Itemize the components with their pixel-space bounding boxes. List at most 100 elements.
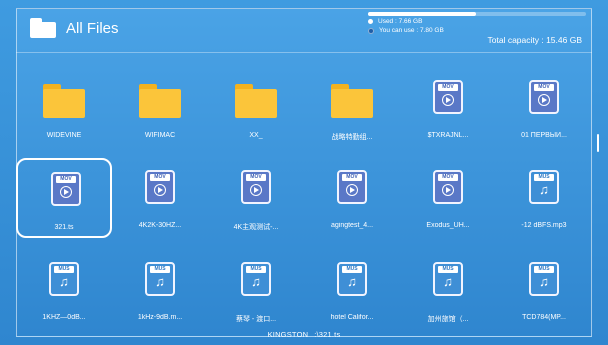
file-type-tag: MOV <box>438 174 458 181</box>
file-tile[interactable]: MUS ♫ 1KHZ—0dB... <box>16 250 112 330</box>
file-name-label: 战略特勤组... <box>331 134 373 141</box>
music-file-icon: MUS ♫ <box>529 170 559 204</box>
file-tile[interactable]: MUS ♫ TCD784(MP... <box>496 250 592 330</box>
free-row: You can use : 7.80 GB <box>368 27 588 34</box>
music-note-icon: ♫ <box>443 274 453 289</box>
file-tile[interactable]: MUS ♫ 蔡琴 - 渡口... <box>208 250 304 330</box>
file-name-label: WIFIMAC <box>144 132 176 139</box>
music-file-icon: MUS ♫ <box>145 262 175 296</box>
file-name-label: 蔡琴 - 渡口... <box>235 316 277 323</box>
file-type-tag: MUS <box>342 266 362 273</box>
file-type-tag: MOV <box>342 174 362 181</box>
file-name-label: 1kHz-9dB.m... <box>137 314 183 321</box>
storage-usage-bar <box>368 12 586 16</box>
used-label: Used : 7.66 GB <box>378 18 423 25</box>
scrollbar-thumb[interactable] <box>597 134 599 152</box>
video-file-icon: MOV <box>529 80 559 114</box>
folder-icon <box>43 84 85 118</box>
file-type-tag: MUS <box>534 266 554 273</box>
folder-icon <box>139 84 181 118</box>
music-file-icon: MUS ♫ <box>241 262 271 296</box>
file-type-tag: MUS <box>534 174 554 181</box>
file-type-tag: MOV <box>438 84 458 91</box>
file-tile[interactable]: MUS ♫ -12 dBFS.mp3 <box>496 158 592 238</box>
video-file-icon: MOV <box>433 170 463 204</box>
file-tile[interactable]: MUS ♫ 加州旅馆（... <box>400 250 496 330</box>
file-name-label: 321.ts <box>54 224 74 231</box>
file-name-label: 01 ПЕРВЫЙ... <box>521 132 567 139</box>
file-name-label: 加州旅馆（... <box>427 316 469 323</box>
video-file-icon: MOV <box>241 170 271 204</box>
header-bar: All Files Used : 7.66 GB You can use : 7… <box>16 8 592 53</box>
play-icon <box>250 184 262 196</box>
play-icon <box>442 94 454 106</box>
free-label: You can use : 7.80 GB <box>379 27 444 34</box>
file-tile[interactable]: WIDEVINE <box>16 68 112 148</box>
file-name-label: hotel Califor... <box>330 314 374 321</box>
current-path: :\321.ts <box>314 330 341 339</box>
music-note-icon: ♫ <box>539 182 549 197</box>
file-tile[interactable]: XX_ <box>208 68 304 148</box>
file-type-tag: MOV <box>534 84 554 91</box>
folder-icon <box>30 18 56 38</box>
file-name-label: WIDEVINE <box>46 132 82 139</box>
file-type-tag: MUS <box>54 266 74 273</box>
play-icon <box>154 184 166 196</box>
page-title: All Files <box>66 19 119 37</box>
file-name-label: 4K2K-30HZ... <box>138 222 182 229</box>
file-grid: WIDEVINE WIFIMAC XX_ 战略特勤组... MOV $TXRAJNL...… <box>16 62 592 323</box>
used-row: Used : 7.66 GB <box>368 18 588 25</box>
file-name-label: 4K主观测试-... <box>233 224 279 231</box>
file-name-label: agingtest_4... <box>330 222 374 229</box>
title-area: All Files <box>30 18 119 38</box>
file-name-label: $TXRAJNL... <box>427 132 469 139</box>
file-name-label: TCD784(MP... <box>522 314 566 321</box>
file-tile[interactable]: MOV Exodus_UH... <box>400 158 496 238</box>
music-note-icon: ♫ <box>155 274 165 289</box>
music-note-icon: ♫ <box>251 274 261 289</box>
video-file-icon: MOV <box>433 80 463 114</box>
file-name-label: Exodus_UH... <box>426 222 470 229</box>
file-type-tag: MUS <box>246 266 266 273</box>
file-name-label: XX_ <box>249 132 263 139</box>
music-note-icon: ♫ <box>539 274 549 289</box>
used-dot-icon <box>368 19 373 24</box>
music-file-icon: MUS ♫ <box>49 262 79 296</box>
file-type-tag: MOV <box>150 174 170 181</box>
file-tile[interactable]: MOV agingtest_4... <box>304 158 400 238</box>
file-tile[interactable]: MOV $TXRAJNL... <box>400 68 496 148</box>
music-note-icon: ♫ <box>59 274 69 289</box>
file-type-tag: MUS <box>438 266 458 273</box>
file-tile[interactable]: WIFIMAC <box>112 68 208 148</box>
device-name: KINGSTON <box>267 330 309 339</box>
play-icon <box>346 184 358 196</box>
file-tile[interactable]: MOV 01 ПЕРВЫЙ... <box>496 68 592 148</box>
file-tile[interactable]: MOV 4K2K-30HZ... <box>112 158 208 238</box>
file-name-label: -12 dBFS.mp3 <box>521 222 567 229</box>
total-capacity-label: Total capacity : 15.46 GB <box>487 35 583 45</box>
music-file-icon: MUS ♫ <box>337 262 367 296</box>
file-tile[interactable]: MOV 4K主观测试-... <box>208 158 304 238</box>
file-tile[interactable]: 战略特勤组... <box>304 68 400 148</box>
file-type-tag: MOV <box>246 174 266 181</box>
music-file-icon: MUS ♫ <box>433 262 463 296</box>
storage-info: Used : 7.66 GB You can use : 7.80 GB Tot… <box>368 12 588 45</box>
music-note-icon: ♫ <box>347 274 357 289</box>
video-file-icon: MOV <box>145 170 175 204</box>
play-icon <box>60 186 72 198</box>
video-file-icon: MOV <box>51 172 81 206</box>
storage-usage-fill <box>368 12 476 16</box>
file-tile[interactable]: MOV 321.ts <box>16 158 112 238</box>
file-tile[interactable]: MUS ♫ 1kHz-9dB.m... <box>112 250 208 330</box>
video-file-icon: MOV <box>337 170 367 204</box>
music-file-icon: MUS ♫ <box>529 262 559 296</box>
play-icon <box>442 184 454 196</box>
file-tile[interactable]: MUS ♫ hotel Califor... <box>304 250 400 330</box>
folder-icon <box>331 84 373 118</box>
file-type-tag: MOV <box>56 176 76 183</box>
play-icon <box>538 94 550 106</box>
file-name-label: 1KHZ—0dB... <box>42 314 86 321</box>
footer-path: KINGSTON :\321.ts <box>0 330 608 339</box>
folder-icon <box>235 84 277 118</box>
file-type-tag: MUS <box>150 266 170 273</box>
